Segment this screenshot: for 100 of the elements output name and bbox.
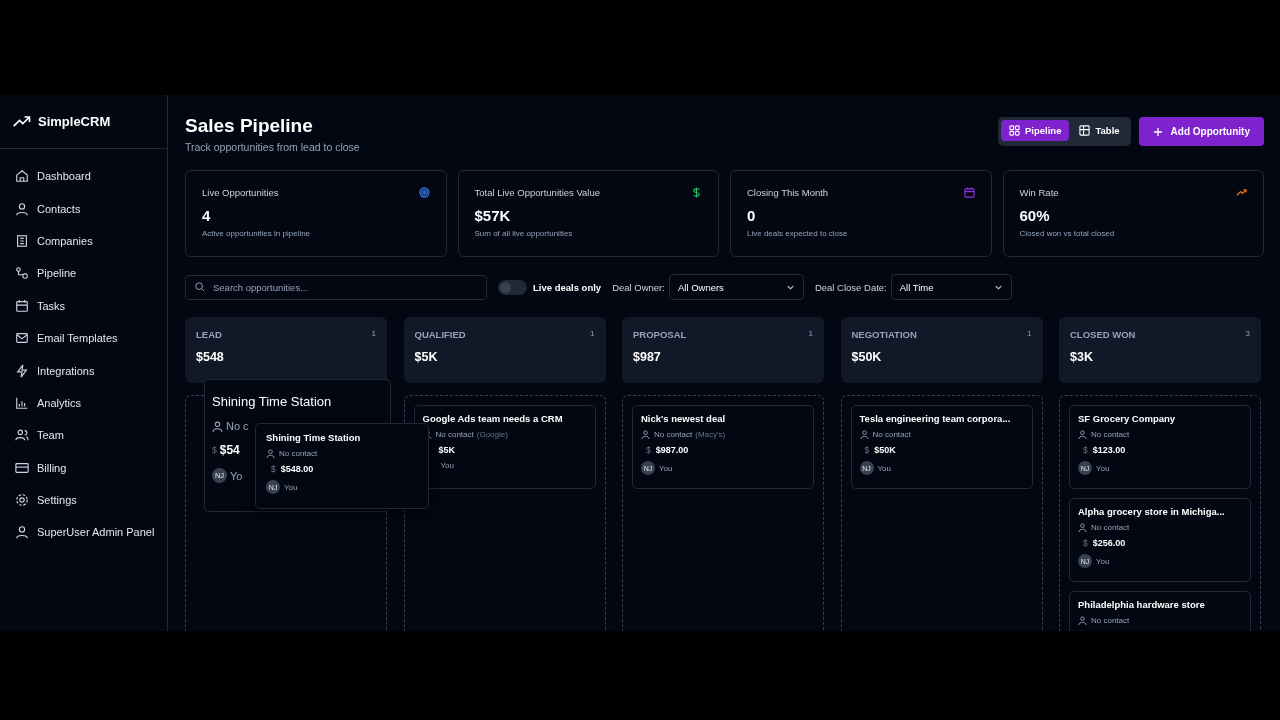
deal-contact: No c: [226, 420, 249, 432]
sidebar-item[interactable]: Billing: [0, 451, 167, 484]
stat-label: Total Live Opportunities Value: [474, 187, 600, 198]
search-icon: [195, 282, 205, 292]
deal-count: 1: [808, 329, 813, 340]
stat-note: Active opportunities in pipeline: [202, 229, 312, 238]
pipeline-icon: [15, 266, 29, 281]
sidebar-item[interactable]: Email Templates: [0, 321, 167, 355]
view-tab[interactable]: Pipeline: [1001, 120, 1070, 141]
sidebar-item[interactable]: Tasks: [0, 289, 167, 322]
sidebar-item[interactable]: Pipeline: [0, 257, 167, 290]
deal-owner: You: [659, 463, 673, 473]
deal-owner: You: [877, 463, 891, 473]
sidebar-item[interactable]: SuperUser Admin Panel: [0, 516, 167, 549]
deal-count: 1: [371, 329, 376, 340]
toggle-label: Live deals only: [533, 281, 602, 293]
stat-value: 0: [747, 207, 757, 224]
stat-icon: [1236, 187, 1247, 198]
table-icon: [1079, 125, 1091, 136]
sidebar-item[interactable]: Integrations: [0, 354, 167, 387]
deal-title: Philadelphia hardware store: [1078, 599, 1206, 610]
stat-icon: [963, 187, 975, 198]
deal-owner: Yo: [230, 469, 243, 482]
deal-amount: $5K: [438, 445, 455, 455]
currency-symbol: $: [646, 445, 651, 455]
deal-amount: $123.00: [1092, 445, 1126, 455]
add-opportunity-button[interactable]: Add Opportunity: [1138, 117, 1264, 146]
deal-contact: No contact: [1091, 616, 1130, 625]
deal-owner: You: [1096, 463, 1110, 473]
page-subtitle: Track opportunities from lead to close: [185, 141, 360, 153]
stat-note: Sum of all live opportunities: [474, 229, 574, 238]
deal-contact: No contact: [1091, 430, 1130, 439]
deal-card[interactable]: Philadelphia hardware store No contact: [1069, 591, 1251, 631]
stage-name: QUALIFIED: [414, 329, 466, 340]
stat-label: Win Rate: [1019, 187, 1059, 198]
deal-amount: $256.00: [1092, 538, 1126, 548]
deal-contact: No contact: [1091, 523, 1130, 532]
deal-count: 1: [1027, 329, 1032, 340]
stage-total: $548: [196, 350, 225, 364]
page-title: Sales Pipeline: [185, 115, 314, 137]
filter-label: Deal Owner:: [612, 281, 665, 293]
plus-icon: [1152, 126, 1163, 137]
envelope-icon: [15, 331, 29, 346]
card-icon: [15, 460, 29, 475]
sidebar-item[interactable]: Contacts: [0, 192, 167, 225]
sidebar-item[interactable]: Analytics: [0, 386, 167, 420]
live-deals-toggle[interactable]: [498, 279, 527, 295]
deal-title: Nick's newest deal: [641, 413, 727, 424]
deal-count: 3: [1245, 329, 1250, 340]
deal-contact: No contact (Google): [435, 430, 508, 439]
currency-symbol: $: [864, 445, 870, 455]
sidebar-item[interactable]: Dashboard: [0, 160, 167, 193]
app-name: SimpleCRM: [38, 114, 111, 129]
stage-total: $987: [633, 350, 662, 364]
deal-amount: $54: [219, 443, 240, 457]
people-icon: [15, 428, 29, 443]
deal-owner: You: [1096, 556, 1110, 566]
filter-label: Deal Close Date:: [814, 281, 887, 293]
deal-count: 1: [590, 329, 595, 340]
stat-icon: [691, 187, 702, 198]
stat-note: Live deals expected to close: [747, 229, 849, 238]
stat-label: Live Opportunities: [202, 187, 279, 198]
stage-name: NEGOTIATION: [851, 329, 917, 340]
sidebar-item[interactable]: Companies: [0, 224, 167, 258]
deal-title: Alpha grocery store in Michiga...: [1078, 506, 1226, 517]
currency-symbol: $: [212, 445, 217, 455]
deal-card[interactable]: Google Ads team needs a CRM No contact (Google) $5K You: [413, 405, 596, 489]
deal-title: Google Ads team needs a CRM: [422, 413, 564, 424]
stat-value: 60%: [1019, 207, 1051, 224]
grid-icon: [1009, 125, 1020, 136]
sidebar-item[interactable]: Team: [0, 419, 167, 452]
sidebar-item[interactable]: Settings: [0, 483, 167, 517]
home-icon: [15, 169, 29, 184]
deal-amount: $987.00: [655, 445, 689, 455]
deal-amount: $50K: [874, 445, 896, 455]
building-icon: [15, 233, 29, 248]
owner-select[interactable]: All Owners: [668, 274, 804, 300]
stat-value: 4: [202, 207, 212, 224]
deal-owner: You: [284, 482, 298, 492]
search-field[interactable]: Search opportunities...: [185, 274, 487, 300]
deal-contact: No contact: [872, 430, 911, 439]
stage-total: $50K: [851, 350, 883, 364]
lightning-icon: [15, 363, 29, 378]
deal-title: SF Grocery Company: [1078, 413, 1177, 424]
stage-total: $3K: [1070, 350, 1094, 364]
deal-amount: $548.00: [280, 464, 314, 474]
stat-label: Closing This Month: [747, 187, 829, 198]
currency-symbol: $: [271, 464, 276, 474]
deal-title: Tesla engineering team corpora...: [859, 413, 1012, 424]
bar-chart-icon: [15, 395, 29, 410]
currency-symbol: $: [1083, 445, 1088, 455]
view-tab[interactable]: Table: [1071, 120, 1128, 141]
deal-title: Shining Time Station: [266, 432, 362, 443]
currency-symbol: $: [1083, 538, 1088, 548]
deal-contact: No contact (Macy's): [654, 430, 726, 439]
stage-name: LEAD: [196, 329, 222, 340]
close-date-select[interactable]: All Time: [890, 274, 1012, 300]
stat-note: Closed won vs total closed: [1019, 229, 1116, 238]
deal-contact: No contact: [279, 449, 318, 458]
stat-icon: [418, 187, 430, 198]
